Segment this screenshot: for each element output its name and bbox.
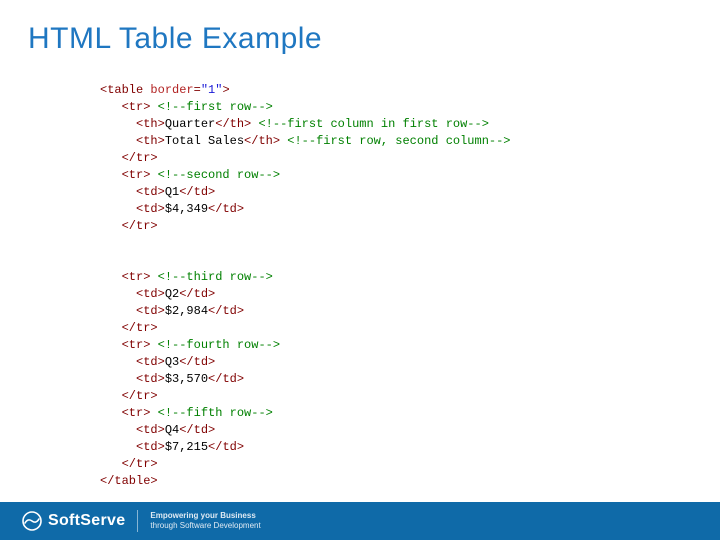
code-text: Quarter <box>165 117 215 131</box>
code-text: Q1 <box>165 185 179 199</box>
code-tag: <th> <box>136 134 165 148</box>
code-text: $4,349 <box>165 202 208 216</box>
code-tag: <td> <box>136 287 165 301</box>
page-title: HTML Table Example <box>28 22 322 56</box>
code-tag: </tr> <box>122 219 158 233</box>
code-tag: <tr> <box>122 100 151 114</box>
code-tag: <td> <box>136 440 165 454</box>
footer-divider <box>137 510 138 532</box>
code-tag: </td> <box>179 355 215 369</box>
code-tag: <td> <box>136 423 165 437</box>
code-text: $7,215 <box>165 440 208 454</box>
code-tag: </table> <box>100 474 158 488</box>
code-comment: <!--second row--> <box>158 168 280 182</box>
code-tag: </td> <box>208 372 244 386</box>
code-tag: <tr> <box>122 270 151 284</box>
code-tag: </td> <box>179 185 215 199</box>
code-tag: </td> <box>208 304 244 318</box>
tagline-line-2: through Software Development <box>150 521 260 531</box>
code-tag: <td> <box>136 185 165 199</box>
code-tag: </tr> <box>122 321 158 335</box>
code-text: Total Sales <box>165 134 244 148</box>
code-tag: </th> <box>215 117 251 131</box>
code-tag: <tr> <box>122 168 151 182</box>
code-tag: </td> <box>208 440 244 454</box>
code-val: "1" <box>201 83 223 97</box>
slide: HTML Table Example <table border="1"> <t… <box>0 0 720 540</box>
code-tag: </th> <box>244 134 280 148</box>
tagline-line-1: Empowering your Business <box>150 511 260 521</box>
code-tag: <tr> <box>122 406 151 420</box>
footer-tagline: Empowering your Business through Softwar… <box>150 511 260 531</box>
brand-name: SoftServe <box>48 512 125 530</box>
code-comment: <!--third row--> <box>158 270 273 284</box>
code-comment: <!--first row--> <box>158 100 273 114</box>
code-comment: <!--fifth row--> <box>158 406 273 420</box>
code-tag: <tr> <box>122 338 151 352</box>
softserve-logo-icon <box>22 511 42 531</box>
code-tag: </tr> <box>122 151 158 165</box>
code-text: $2,984 <box>165 304 208 318</box>
code-comment: <!--first column in first row--> <box>258 117 488 131</box>
code-tag: </tr> <box>122 457 158 471</box>
code-tag: <td> <box>136 355 165 369</box>
footer-bar: SoftServe Empowering your Business throu… <box>0 502 720 540</box>
code-comment: <!--first row, second column--> <box>287 134 510 148</box>
code-eq: = <box>194 83 201 97</box>
code-comment: <!--fourth row--> <box>158 338 280 352</box>
code-tag: </td> <box>179 423 215 437</box>
code-tag: <td> <box>136 304 165 318</box>
code-tag: </td> <box>208 202 244 216</box>
code-tag: </td> <box>179 287 215 301</box>
code-tag: <td> <box>136 372 165 386</box>
code-attr: border <box>150 83 193 97</box>
code-text: $3,570 <box>165 372 208 386</box>
code-example: <table border="1"> <tr> <!--first row-->… <box>100 82 511 490</box>
code-text: Q4 <box>165 423 179 437</box>
code-tag: <th> <box>136 117 165 131</box>
code-tag: <td> <box>136 202 165 216</box>
code-tag: </tr> <box>122 389 158 403</box>
code-tag: > <box>222 83 229 97</box>
code-tag: <table <box>100 83 150 97</box>
code-text: Q2 <box>165 287 179 301</box>
code-text: Q3 <box>165 355 179 369</box>
